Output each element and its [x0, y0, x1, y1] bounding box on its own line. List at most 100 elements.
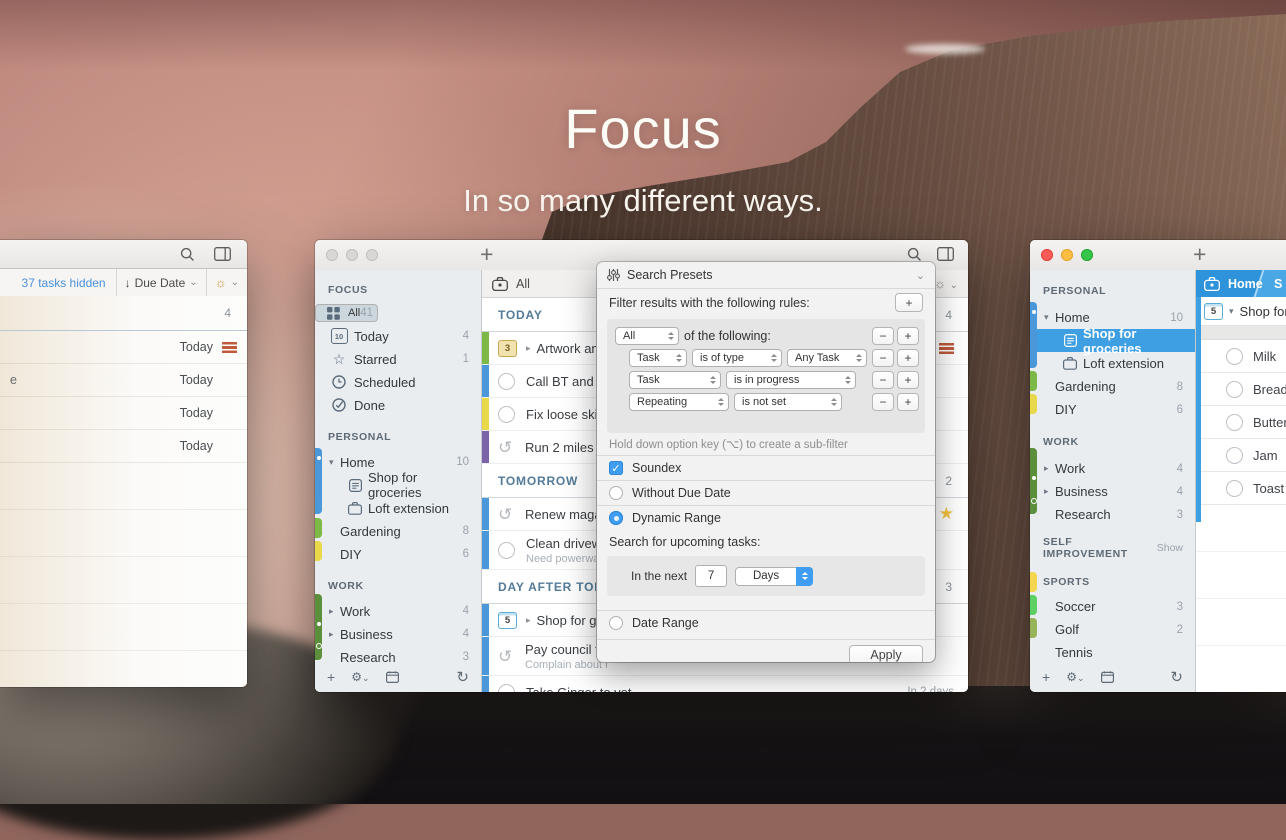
disclosure-down-icon[interactable]: ▾	[1044, 312, 1055, 323]
table-row[interactable]: Today	[0, 331, 247, 364]
task-checkbox[interactable]	[1226, 381, 1243, 398]
sidebar-item-soccer[interactable]: Soccer 3	[1030, 595, 1195, 618]
add-task-button[interactable]: +	[480, 241, 493, 268]
sidebar-item-research[interactable]: Research 3	[1030, 503, 1195, 526]
table-row[interactable]: Today	[0, 430, 247, 463]
sidebar-item-work[interactable]: ▸ Work 4	[1030, 457, 1195, 480]
rule-operator-select[interactable]: is not set	[734, 393, 842, 411]
checklist-item[interactable]: Jam	[1196, 439, 1286, 472]
settings-menu-button[interactable]: ⚙⌄	[351, 670, 369, 684]
task-checkbox[interactable]	[498, 684, 515, 693]
sync-icon[interactable]: ↻	[456, 668, 469, 686]
radio-icon[interactable]	[609, 616, 623, 630]
add-task-button[interactable]: +	[1193, 241, 1206, 268]
disclosure-right-icon[interactable]: ▸	[329, 606, 340, 617]
minimize-button[interactable]	[346, 249, 358, 261]
sidebar-item-all[interactable]: All 41	[315, 304, 378, 322]
sidebar-toggle-icon[interactable]	[214, 247, 231, 261]
sidebar-item-tennis[interactable]: Tennis	[1030, 641, 1195, 664]
add-list-button[interactable]: +	[1042, 669, 1050, 685]
sidebar-item-shop-for-groceries[interactable]: Shop for groceries	[315, 474, 481, 497]
sync-icon[interactable]: ↻	[1170, 668, 1183, 686]
sidebar-item-diy[interactable]: DIY 6	[315, 543, 481, 566]
sidebar-item-diy[interactable]: DIY 6	[1030, 398, 1195, 421]
close-button[interactable]	[1041, 249, 1053, 261]
add-rule-button[interactable]: +	[897, 327, 919, 345]
rule-value-select[interactable]: Any Task	[787, 349, 867, 367]
remove-rule-button[interactable]: −	[872, 371, 894, 389]
task-checkbox[interactable]	[1226, 447, 1243, 464]
rule-subject-select[interactable]: Task	[629, 349, 687, 367]
task-checkbox[interactable]	[1226, 348, 1243, 365]
radio-icon[interactable]	[609, 486, 623, 500]
date-range-option[interactable]: Date Range	[597, 610, 935, 635]
checklist-title-row[interactable]: 5 ▾ Shop for	[1196, 297, 1286, 326]
task-checkbox[interactable]	[1226, 414, 1243, 431]
disclosure-down-icon[interactable]: ▾	[329, 457, 340, 468]
table-row[interactable]: Today	[0, 397, 247, 430]
sidebar-item-golf[interactable]: Golf 2	[1030, 618, 1195, 641]
remove-rule-button[interactable]: −	[872, 349, 894, 367]
star-icon[interactable]: ★	[939, 504, 954, 524]
task-checkbox[interactable]	[1226, 480, 1243, 497]
match-select[interactable]: All	[615, 327, 679, 345]
tab-shop[interactable]: S	[1274, 277, 1282, 291]
zoom-button[interactable]	[1081, 249, 1093, 261]
upcoming-unit-select[interactable]: Days	[735, 567, 813, 586]
dynamic-range-option[interactable]: Dynamic Range	[597, 505, 935, 530]
sidebar-item-loft-extension[interactable]: Loft extension	[315, 497, 481, 520]
task-checkbox[interactable]	[498, 542, 515, 559]
task-checkbox[interactable]	[498, 406, 515, 423]
sidebar-toggle-icon[interactable]	[937, 247, 954, 261]
sidebar-item-starred[interactable]: ☆ Starred 1	[315, 348, 481, 371]
sidebar-item-gardening[interactable]: Gardening 8	[1030, 375, 1195, 398]
tab-home[interactable]: Home	[1228, 277, 1263, 291]
rule-operator-select[interactable]: is in progress	[726, 371, 856, 389]
apply-button[interactable]: Apply	[849, 645, 923, 663]
sidebar-item-done[interactable]: Done	[315, 394, 481, 417]
sidebar-item-scheduled[interactable]: Scheduled	[315, 371, 481, 394]
chevron-down-icon[interactable]: ⌄	[916, 269, 925, 282]
repeat-task-icon[interactable]: ↺	[498, 440, 516, 455]
sort-dropdown[interactable]: ↓ Due Date ⌄	[117, 276, 206, 290]
checklist-item[interactable]: Milk	[1196, 340, 1286, 373]
calendar-icon[interactable]	[386, 671, 399, 683]
disclosure-down-icon[interactable]: ▾	[1229, 306, 1234, 317]
calendar-icon[interactable]	[1101, 671, 1114, 683]
sidebar-item-work[interactable]: ▸ Work 4	[315, 600, 481, 623]
checklist-item[interactable]: Bread	[1196, 373, 1286, 406]
task-checkbox[interactable]	[498, 373, 515, 390]
visibility-dropdown[interactable]: ☼ ⌄	[207, 275, 247, 290]
tasks-hidden-link[interactable]: 37 tasks hidden	[22, 276, 106, 290]
checklist-item[interactable]: Toast	[1196, 472, 1286, 505]
stepper-icon[interactable]	[796, 567, 813, 586]
sidebar-item-business[interactable]: ▸ Business 4	[315, 623, 481, 646]
close-button[interactable]	[326, 249, 338, 261]
rule-operator-select[interactable]: is of type	[692, 349, 782, 367]
upcoming-value-input[interactable]	[695, 565, 727, 587]
rule-subject-select[interactable]: Task	[629, 371, 721, 389]
remove-rule-button[interactable]: −	[872, 393, 894, 411]
task-row[interactable]: Take Ginger to vet In 2 days	[482, 676, 968, 692]
search-icon[interactable]	[907, 247, 922, 262]
disclosure-right-icon[interactable]: ▸	[526, 343, 531, 354]
soundex-option[interactable]: ✓ Soundex	[597, 455, 935, 480]
add-rule-button[interactable]: +	[897, 349, 919, 367]
remove-rule-button[interactable]: −	[872, 327, 894, 345]
checklist-item[interactable]: Butter	[1196, 406, 1286, 439]
search-icon[interactable]	[180, 247, 195, 262]
disclosure-right-icon[interactable]: ▸	[1044, 486, 1055, 497]
repeat-task-icon[interactable]: ↺	[498, 507, 516, 522]
sidebar-item-shop-for-groceries[interactable]: Shop for groceries	[1030, 329, 1195, 352]
disclosure-right-icon[interactable]: ▸	[526, 615, 531, 626]
without-due-date-option[interactable]: Without Due Date	[597, 480, 935, 505]
rule-subject-select[interactable]: Repeating	[629, 393, 729, 411]
current-list-label[interactable]: All	[516, 277, 530, 291]
sidebar-item-business[interactable]: ▸ Business 4	[1030, 480, 1195, 503]
visibility-dropdown[interactable]: ☼ ⌄	[934, 276, 958, 291]
add-rule-button[interactable]: +	[897, 393, 919, 411]
table-row[interactable]: e Today	[0, 364, 247, 397]
add-list-button[interactable]: +	[327, 669, 335, 685]
show-link[interactable]: Show	[1157, 542, 1183, 554]
zoom-button[interactable]	[366, 249, 378, 261]
